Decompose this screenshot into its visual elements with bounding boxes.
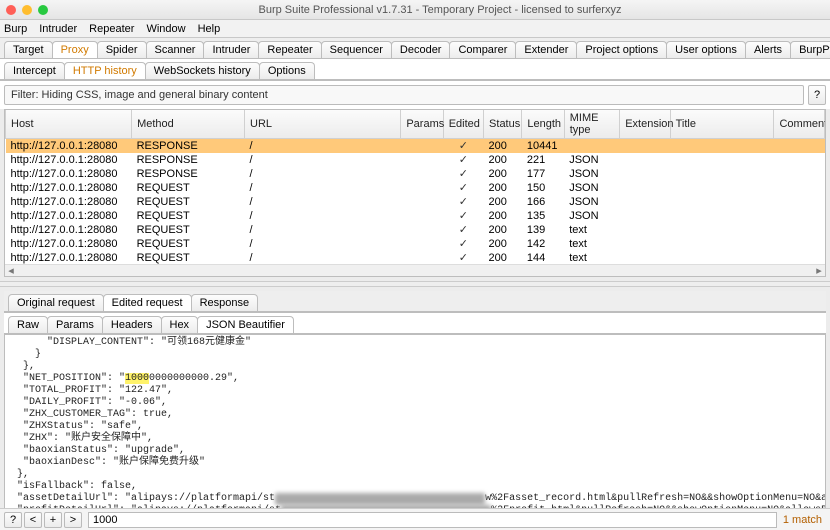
table-row[interactable]: http://127.0.0.1:28080RESPONSE/✓200221JS…: [6, 153, 825, 167]
chevron-left-icon: <: [30, 514, 36, 526]
tab-project-options[interactable]: Project options: [576, 41, 667, 58]
horizontal-scrollbar[interactable]: ◂ ▸: [5, 264, 825, 276]
tab-response[interactable]: Response: [191, 294, 259, 311]
tab-spider[interactable]: Spider: [97, 41, 147, 58]
tab-user-options[interactable]: User options: [666, 41, 746, 58]
tab-proxy[interactable]: Proxy: [52, 41, 98, 58]
tab-options[interactable]: Options: [259, 62, 315, 79]
filter-help-button[interactable]: ?: [808, 85, 826, 105]
search-prev-button[interactable]: <: [24, 512, 42, 528]
split-handle[interactable]: [0, 281, 830, 287]
tab-intercept[interactable]: Intercept: [4, 62, 65, 79]
history-table[interactable]: HostMethodURLParamsEditedStatusLengthMIM…: [4, 109, 826, 277]
main-tab-row: TargetProxySpiderScannerIntruderRepeater…: [0, 38, 830, 59]
column-header-length[interactable]: Length: [522, 110, 564, 139]
tab-original-request[interactable]: Original request: [8, 294, 104, 311]
sub-tab-row: InterceptHTTP historyWebSockets historyO…: [0, 59, 830, 80]
column-header-method[interactable]: Method: [132, 110, 245, 139]
column-header-mime-type[interactable]: MIME type: [564, 110, 619, 139]
tab-websockets-history[interactable]: WebSockets history: [145, 62, 260, 79]
response-body-view[interactable]: "DISPLAY_CONTENT": "可领168元健康金" } }, "NET…: [4, 334, 826, 514]
tab-hex[interactable]: Hex: [161, 316, 199, 333]
menu-window[interactable]: Window: [146, 23, 185, 35]
window-titlebar: Burp Suite Professional v1.7.31 - Tempor…: [0, 0, 830, 20]
search-help-button[interactable]: ?: [4, 512, 22, 528]
table-row[interactable]: http://127.0.0.1:28080REQUEST/✓200150JSO…: [6, 181, 825, 195]
column-header-extension[interactable]: Extension: [620, 110, 670, 139]
tab-http-history[interactable]: HTTP history: [64, 62, 146, 79]
menu-bar: Burp Intruder Repeater Window Help: [0, 20, 830, 38]
tab-params[interactable]: Params: [47, 316, 103, 333]
menu-help[interactable]: Help: [198, 23, 221, 35]
menu-burp[interactable]: Burp: [4, 23, 27, 35]
tab-scanner[interactable]: Scanner: [146, 41, 205, 58]
minimize-window-icon[interactable]: [22, 5, 32, 15]
tab-comparer[interactable]: Comparer: [449, 41, 516, 58]
menu-repeater[interactable]: Repeater: [89, 23, 134, 35]
search-input[interactable]: [88, 512, 777, 528]
column-header-status[interactable]: Status: [484, 110, 522, 139]
body-tab-row: RawParamsHeadersHexJSON Beautifier: [4, 312, 826, 334]
tab-repeater[interactable]: Repeater: [258, 41, 321, 58]
column-header-title[interactable]: Title: [670, 110, 774, 139]
search-next-button[interactable]: >: [64, 512, 82, 528]
tab-headers[interactable]: Headers: [102, 316, 162, 333]
tab-target[interactable]: Target: [4, 41, 53, 58]
tab-burppython[interactable]: BurpPython: [790, 41, 830, 58]
tab-sequencer[interactable]: Sequencer: [321, 41, 392, 58]
search-highlight: 1000: [125, 373, 149, 384]
search-match-count: 1 match: [783, 514, 826, 526]
tab-extender[interactable]: Extender: [515, 41, 577, 58]
search-add-button[interactable]: +: [44, 512, 62, 528]
column-header-params[interactable]: Params: [401, 110, 443, 139]
menu-intruder[interactable]: Intruder: [39, 23, 77, 35]
table-row[interactable]: http://127.0.0.1:28080REQUEST/✓200135JSO…: [6, 209, 825, 223]
scroll-right-icon[interactable]: ▸: [813, 264, 825, 277]
chevron-right-icon: >: [70, 514, 76, 526]
column-header-edited[interactable]: Edited: [443, 110, 483, 139]
table-row[interactable]: http://127.0.0.1:28080REQUEST/✓200144tex…: [6, 251, 825, 265]
maximize-window-icon[interactable]: [38, 5, 48, 15]
column-header-url[interactable]: URL: [245, 110, 401, 139]
column-header-host[interactable]: Host: [6, 110, 132, 139]
plus-icon: +: [50, 514, 56, 526]
tab-raw[interactable]: Raw: [8, 316, 48, 333]
table-row[interactable]: http://127.0.0.1:28080REQUEST/✓200142tex…: [6, 237, 825, 251]
tab-intruder[interactable]: Intruder: [203, 41, 259, 58]
window-title: Burp Suite Professional v1.7.31 - Tempor…: [56, 4, 824, 16]
close-window-icon[interactable]: [6, 5, 16, 15]
table-row[interactable]: http://127.0.0.1:28080REQUEST/✓200139tex…: [6, 223, 825, 237]
request-tab-row: Original requestEdited requestResponse: [4, 291, 826, 312]
table-row[interactable]: http://127.0.0.1:28080REQUEST/✓200166JSO…: [6, 195, 825, 209]
tab-alerts[interactable]: Alerts: [745, 41, 791, 58]
question-icon: ?: [10, 514, 16, 526]
column-header-comment[interactable]: Comment: [774, 110, 825, 139]
tab-edited-request[interactable]: Edited request: [103, 294, 192, 311]
question-icon: ?: [814, 89, 820, 101]
filter-input[interactable]: Filter: Hiding CSS, image and general bi…: [4, 85, 804, 105]
tab-decoder[interactable]: Decoder: [391, 41, 451, 58]
table-row[interactable]: http://127.0.0.1:28080RESPONSE/✓200177JS…: [6, 167, 825, 181]
search-bar: ? < + > 1 match: [0, 508, 830, 530]
scroll-left-icon[interactable]: ◂: [5, 264, 17, 277]
table-row[interactable]: http://127.0.0.1:28080RESPONSE/✓20010441: [6, 139, 825, 153]
tab-json-beautifier[interactable]: JSON Beautifier: [197, 316, 294, 333]
